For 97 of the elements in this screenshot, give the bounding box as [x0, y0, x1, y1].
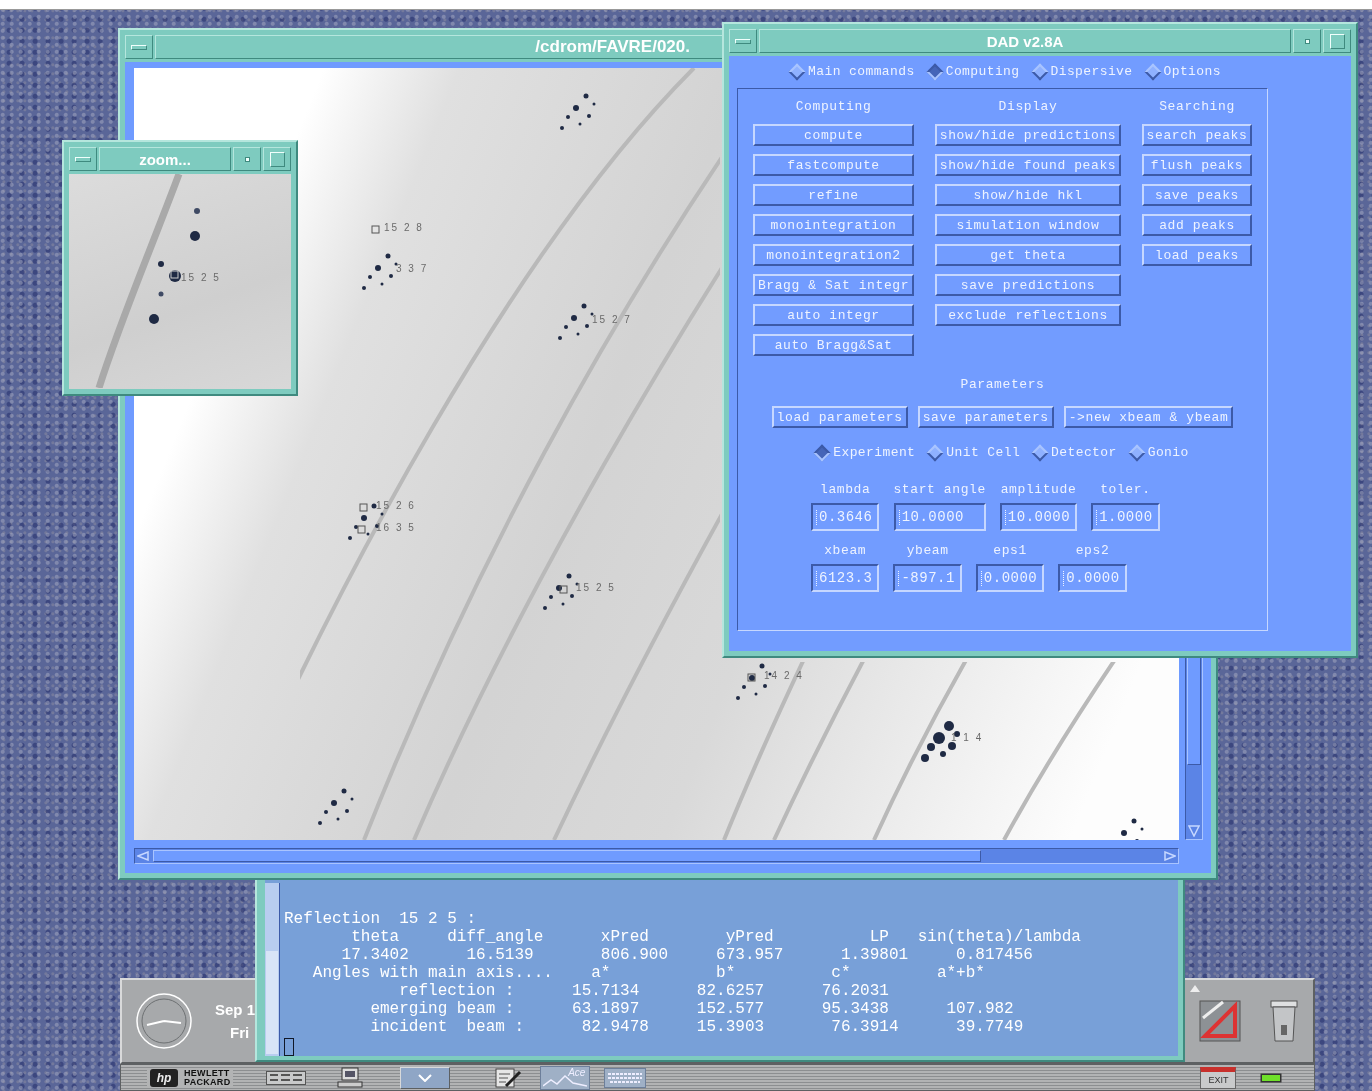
command-button[interactable]: save peaks — [1142, 184, 1252, 206]
terminal-line: 17.3402 16.5139 806.900 673.957 1.39801 0.817456 — [340, 946, 1034, 964]
field-label: amplitude — [1000, 482, 1077, 497]
caret-icon — [418, 1073, 433, 1082]
text-cursor — [284, 1038, 294, 1056]
graph-icon[interactable]: Ace — [540, 1065, 591, 1090]
window-title-bar[interactable]: zoom... — [99, 147, 231, 171]
minimize-button[interactable] — [1293, 29, 1321, 53]
reflection-label: 15 2 8 — [384, 222, 424, 233]
input-field[interactable]: 6123.3 — [811, 564, 880, 592]
reflection-label: 15 2 7 — [592, 314, 632, 325]
command-button[interactable]: simulation window — [935, 214, 1121, 236]
parameter-button[interactable]: ->new xbeam & ybeam — [1063, 406, 1234, 428]
field-label: toler. — [1100, 482, 1151, 497]
pen-and-paper-icon[interactable] — [494, 1065, 523, 1090]
terminal-line: incident beam : 82.9478 15.3903 76.3914 39.7749 — [369, 1018, 1025, 1036]
command-button[interactable]: save predictions — [935, 274, 1121, 296]
input-field[interactable]: 0.0000 — [975, 564, 1045, 592]
command-button[interactable]: fastcompute — [753, 154, 914, 176]
command-button[interactable]: search peaks — [1142, 124, 1252, 146]
terminal-line: Reflection 15 2 5 : — [284, 910, 478, 928]
weekday-label: Fri — [229, 1024, 251, 1041]
command-button[interactable]: add peaks — [1142, 214, 1252, 236]
terminal-line: emerging beam : 63.1897 152.577 95.3438 107.982 — [369, 1000, 1015, 1018]
minimize-button[interactable] — [233, 147, 261, 171]
command-button[interactable]: monointegration — [753, 214, 914, 236]
command-button[interactable]: Bragg & Sat integr — [753, 274, 914, 296]
reflection-label: 16 3 5 — [376, 522, 416, 533]
maximize-button[interactable] — [1323, 29, 1351, 53]
status-light-icon — [1260, 1072, 1283, 1083]
up-arrow-icon[interactable] — [1190, 985, 1200, 992]
window-title: /cdrom/FAVRE/020. — [535, 37, 690, 57]
scrollbar[interactable] — [265, 883, 280, 1056]
parameter-tab-radio[interactable]: Unit Cell — [929, 445, 1021, 460]
command-button[interactable]: exclude reflections — [935, 304, 1121, 326]
window-title: DAD v2.8A — [986, 32, 1064, 50]
logo-text: HEWLETT — [184, 1068, 231, 1078]
command-button[interactable]: refine — [753, 184, 914, 206]
command-button[interactable]: auto integr — [753, 304, 914, 326]
command-button[interactable]: compute — [753, 124, 914, 146]
input-field[interactable]: 0.0000 — [1058, 564, 1127, 592]
reflection-label: 15 2 6 — [376, 500, 416, 511]
terminal-line: Angles with main axis.... a* b* c* a*+b* — [311, 964, 986, 982]
command-button[interactable]: show/hide predictions — [935, 124, 1121, 146]
input-field[interactable]: 10.0000 — [893, 503, 986, 531]
computer-icon[interactable] — [336, 1066, 365, 1089]
trash-can-icon[interactable] — [1269, 999, 1299, 1043]
left-arrow-icon[interactable] — [137, 851, 149, 861]
command-button[interactable]: get theta — [935, 244, 1121, 266]
terminal-line: reflection : 15.7134 82.6257 76.2031 — [398, 982, 890, 1000]
terminal-line: theta diff_angle xPred yPred LP sin(theta)/lambda — [350, 928, 1082, 946]
field-label: start angle — [893, 482, 986, 497]
horizontal-scrollbar[interactable] — [134, 848, 1179, 864]
date-label: Sep 1 — [215, 1001, 256, 1018]
workspace-tab[interactable] — [400, 1066, 451, 1089]
command-button[interactable]: flush peaks — [1142, 154, 1252, 176]
parameter-tab-radio[interactable]: Experiment — [816, 445, 916, 460]
reflection-label: 14 2 4 — [764, 670, 804, 681]
drafting-tools-icon[interactable] — [1199, 998, 1241, 1044]
hp-logo-mark: hp — [150, 1068, 178, 1087]
command-button[interactable]: show/hide found peaks — [935, 154, 1121, 176]
command-button[interactable]: load peaks — [1142, 244, 1252, 266]
field-label: ybeam — [906, 543, 949, 558]
window-menu-button[interactable] — [69, 147, 97, 171]
command-button[interactable]: auto Bragg&Sat — [753, 334, 914, 356]
keyboard-icon[interactable] — [604, 1067, 647, 1088]
window-menu-button[interactable] — [125, 35, 153, 59]
window-title: zoom... — [139, 150, 191, 168]
reflection-label: 3 3 7 — [396, 263, 429, 274]
input-field[interactable]: 1.0000 — [1091, 503, 1160, 531]
down-arrow-icon[interactable] — [1188, 825, 1200, 837]
command-button[interactable]: monointegration2 — [753, 244, 914, 266]
parameters-heading: Parameters — [960, 377, 1045, 392]
reflection-label: 15 2 5 — [181, 272, 221, 283]
field-label: eps2 — [1075, 543, 1110, 558]
window-menu-button[interactable] — [729, 29, 757, 53]
group-heading: Display — [997, 99, 1059, 114]
input-field[interactable]: 0.3646 — [811, 503, 880, 531]
reflection-label: 15 2 5 — [576, 582, 616, 593]
parameter-button[interactable]: load parameters — [771, 406, 908, 428]
maximize-button[interactable] — [263, 147, 291, 171]
input-field[interactable]: 10.0000 — [999, 503, 1078, 531]
window-title-bar[interactable]: DAD v2.8A — [759, 29, 1291, 53]
field-label: eps1 — [993, 543, 1027, 558]
workspace-switcher-icon[interactable] — [266, 1070, 307, 1085]
logo-text: PACKARD — [184, 1077, 231, 1087]
reflection-label: 1 1 4 — [951, 732, 984, 743]
group-heading: Computing — [794, 99, 873, 114]
right-arrow-icon[interactable] — [1164, 851, 1176, 861]
clock-icon[interactable] — [135, 992, 193, 1050]
parameter-tab-radio[interactable]: Detector — [1034, 445, 1117, 460]
exit-button[interactable]: EXIT — [1200, 1066, 1237, 1089]
field-label: xbeam — [824, 543, 867, 558]
parameter-button[interactable]: save parameters — [917, 406, 1054, 428]
input-field[interactable]: -897.1 — [893, 564, 962, 592]
command-button[interactable]: show/hide hkl — [935, 184, 1121, 206]
field-label: lambda — [820, 482, 871, 497]
